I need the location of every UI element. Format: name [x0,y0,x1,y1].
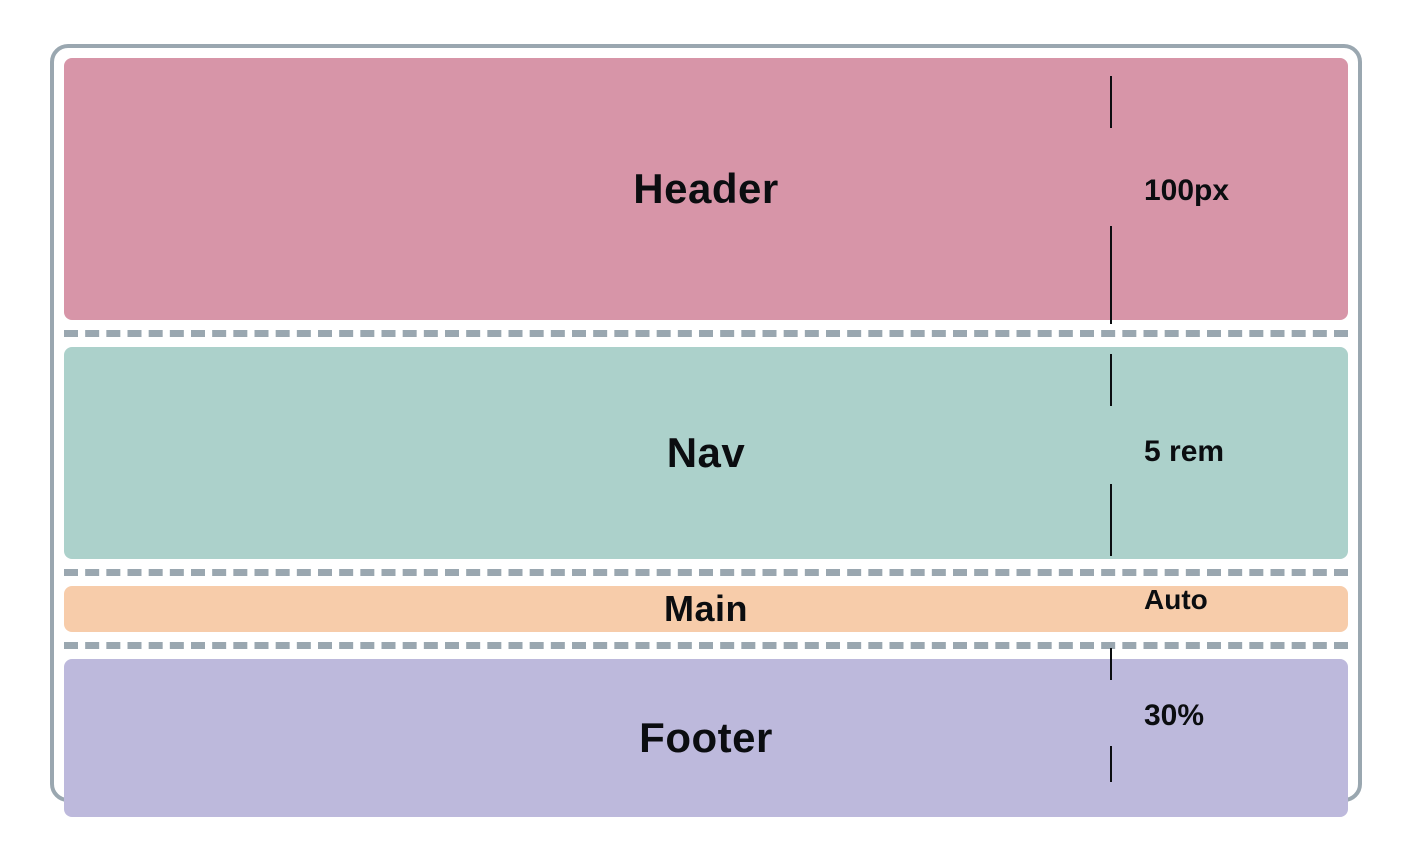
row-footer-label: Footer [639,714,773,762]
row-footer: Footer [64,659,1348,817]
separator [64,642,1348,649]
measure-line [1110,354,1112,406]
row-nav-label: Nav [667,429,746,477]
measure-line [1110,76,1112,128]
measure-header: 100px [1144,174,1229,208]
row-main-label: Main [664,588,748,630]
measure-footer: 30% [1144,699,1204,733]
measure-line [1110,226,1112,324]
measure-main: Auto [1144,584,1208,616]
row-header-label: Header [633,165,778,213]
measure-line [1110,746,1112,782]
measurement-column: 100px 5 rem Auto 30% [1110,76,1112,774]
separator [64,330,1348,337]
measure-line [1110,484,1112,556]
measure-nav: 5 rem [1144,435,1224,469]
separator [64,569,1348,576]
layout-diagram-frame: Header Nav Main Footer 100px 5 rem Auto … [50,44,1362,802]
measure-line [1110,648,1112,680]
